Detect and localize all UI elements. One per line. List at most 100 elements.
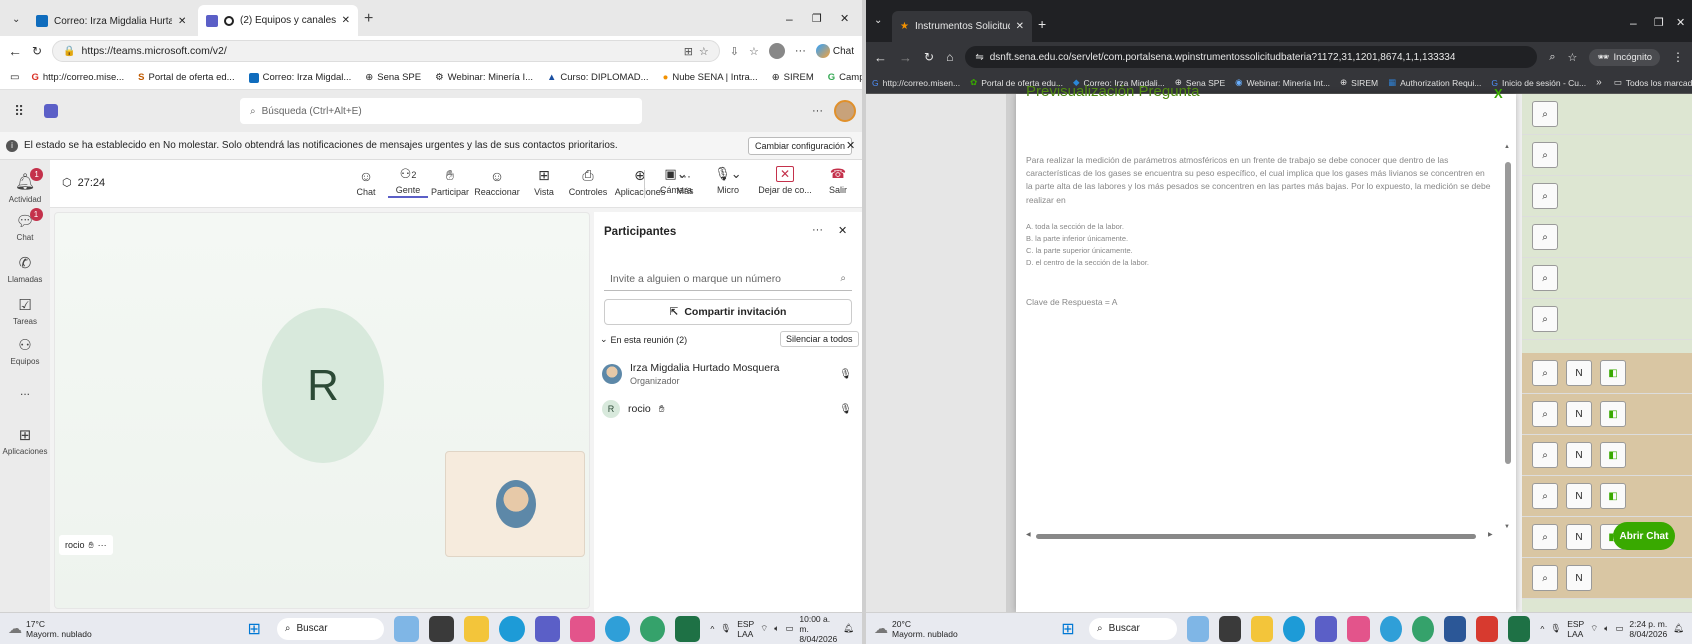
tab-sena[interactable]: ★ Instrumentos Solicitud Bateria ✕: [892, 11, 1032, 42]
whatsapp-app-icon[interactable]: [640, 615, 666, 642]
close-icon[interactable]: ✕: [342, 15, 350, 26]
bookmark-6[interactable]: ▦ Authorization Requi...: [1388, 77, 1481, 88]
view-magnifier-icon[interactable]: ⌕: [1532, 224, 1558, 250]
view-magnifier-icon[interactable]: ⌕: [1532, 524, 1558, 550]
scroll-down-icon[interactable]: ▼: [1504, 524, 1510, 530]
bookmark-7[interactable]: G Inicio de sesión - Cu...: [1491, 78, 1586, 88]
windows-start-icon[interactable]: ⊞: [1057, 616, 1079, 642]
extensions-icon[interactable]: ⇩: [730, 45, 739, 58]
taskbar-search[interactable]: ⌕ Buscar: [276, 617, 384, 640]
chrome-app-icon[interactable]: [604, 615, 631, 642]
chevron-up-icon[interactable]: ^: [1540, 624, 1544, 634]
approve-icon[interactable]: ◧: [1600, 442, 1626, 468]
edit-icon[interactable]: N: [1566, 360, 1592, 386]
close-modal-button[interactable]: X: [1494, 86, 1503, 101]
edit-icon[interactable]: N: [1566, 442, 1592, 468]
url-field[interactable]: 🔒 https://teams.microsoft.com/v2/ ⊞ ☆: [52, 40, 720, 62]
close-icon[interactable]: ✕: [838, 224, 847, 237]
tab-list-chevron-icon[interactable]: ⌄: [12, 14, 20, 25]
minimize-icon[interactable]: –: [786, 12, 793, 26]
control-people[interactable]: ⚇2 Gente: [388, 166, 428, 198]
mute-all-button[interactable]: Silenciar a todos: [780, 331, 859, 347]
reload-icon[interactable]: ↻: [924, 50, 934, 64]
close-icon[interactable]: ✕: [1016, 21, 1024, 32]
invite-input[interactable]: Invite a alguien o marque un número ⌕: [604, 267, 852, 291]
change-settings-button[interactable]: Cambiar configuración: [748, 136, 853, 155]
bookmark-5[interactable]: ▲ Curso: DIPLOMAD...: [547, 72, 649, 83]
control-chat[interactable]: ☺ Chat: [346, 168, 386, 197]
terminal-app-icon[interactable]: [1218, 615, 1241, 642]
file-explorer-icon[interactable]: [464, 615, 490, 642]
bookmark-2[interactable]: Correo: Irza Migdal...: [248, 72, 351, 83]
panel-more-icon[interactable]: ···: [812, 224, 823, 236]
clock[interactable]: 2:24 p. m. 8/04/2026: [1629, 619, 1667, 639]
mic-button[interactable]: 🎙︎⌄ Micro: [704, 166, 752, 195]
url-field[interactable]: ⇋ dsnft.sena.edu.co/servlet/com.portalse…: [965, 46, 1538, 68]
forward-icon[interactable]: →: [899, 50, 912, 65]
vertical-scrollbar[interactable]: ▲ ▼: [1504, 144, 1512, 536]
tab-correo[interactable]: Correo: Irza Migdalia Hurtado Mo: ✕: [28, 6, 196, 36]
sidebar-icon[interactable]: ▭: [10, 72, 19, 83]
rail-activity[interactable]: 🔔︎ 1 Actividad: [0, 168, 50, 204]
bookmark-0[interactable]: Ghttp://correo.misen...: [872, 78, 960, 88]
edge-app-icon[interactable]: [499, 615, 525, 642]
rail-chat[interactable]: 💬︎ 1 Chat: [0, 208, 50, 242]
photos-app-icon[interactable]: [1186, 615, 1209, 642]
bookmark-star-icon[interactable]: ☆: [1568, 51, 1578, 64]
edit-icon[interactable]: N: [1566, 565, 1592, 591]
app-launcher-icon[interactable]: ⠿: [14, 103, 24, 120]
notifications-icon[interactable]: 🔔︎: [843, 623, 854, 634]
reload-icon[interactable]: ↻: [32, 44, 42, 58]
control-react[interactable]: ☺ Reaccionar: [472, 168, 522, 197]
scroll-thumb[interactable]: [1505, 162, 1511, 464]
back-icon[interactable]: ←: [874, 50, 887, 65]
participant-row[interactable]: Irza Migdalia Hurtado Mosquera Organizad…: [602, 362, 852, 386]
weather-widget[interactable]: ☁ 17°C Mayorm. nublado: [8, 619, 202, 639]
chrome-app-icon[interactable]: [1379, 615, 1402, 642]
teams-app-icon[interactable]: [1315, 615, 1338, 642]
bookmark-8[interactable]: GCampus Virtual del...: [828, 72, 862, 83]
menu-icon[interactable]: ⋮: [1672, 50, 1684, 64]
view-magnifier-icon[interactable]: ⌕: [1532, 101, 1558, 127]
close-window-icon[interactable]: ✕: [840, 12, 849, 25]
scroll-thumb[interactable]: [1036, 534, 1476, 539]
teams-app-icon[interactable]: [534, 615, 560, 642]
whatsapp-app-icon[interactable]: [1411, 615, 1434, 642]
word-app-icon[interactable]: [1443, 615, 1467, 642]
zoom-icon[interactable]: ⌕: [1549, 51, 1555, 64]
edit-icon[interactable]: N: [1566, 524, 1592, 550]
participant-row[interactable]: R rocio ✋︎ 🎙︎: [602, 400, 852, 418]
bookmark-3[interactable]: ⊕ Sena SPE: [365, 72, 421, 83]
battery-icon[interactable]: ▭: [1615, 623, 1623, 634]
bookmark-6[interactable]: ● Nube SENA | Intra...: [663, 72, 758, 83]
bookmark-5[interactable]: ⊕ SIREM: [1340, 77, 1378, 88]
read-aloud-icon[interactable]: ⊞: [684, 45, 693, 58]
profile-avatar[interactable]: [768, 43, 785, 59]
file-explorer-icon[interactable]: [1250, 615, 1274, 642]
excel-app-icon[interactable]: [1508, 615, 1531, 642]
bookmark-0[interactable]: Ghttp://correo.mise...: [31, 72, 124, 83]
notifications-icon[interactable]: 🔔︎: [1673, 623, 1684, 634]
close-icon[interactable]: ✕: [178, 16, 186, 27]
self-video-tile[interactable]: [445, 451, 585, 557]
settings-more-icon[interactable]: ···: [812, 105, 823, 117]
leave-button[interactable]: ☎︎ Salir: [818, 166, 858, 195]
view-magnifier-icon[interactable]: ⌕: [1532, 183, 1558, 209]
view-magnifier-icon[interactable]: ⌕: [1532, 360, 1558, 386]
wifi-icon[interactable]: ⌔: [1590, 623, 1598, 634]
clock[interactable]: 10:00 a. m. 8/04/2026: [799, 614, 837, 644]
scroll-up-icon[interactable]: ▲: [1504, 144, 1510, 150]
scroll-left-icon[interactable]: ◀: [1026, 531, 1031, 538]
bookmarks-overflow-icon[interactable]: »: [1596, 77, 1602, 88]
teams-search[interactable]: ⌕ Búsqueda (Ctrl+Alt+E): [240, 98, 642, 124]
user-avatar[interactable]: [834, 100, 856, 122]
excel-app-icon[interactable]: [675, 615, 701, 642]
rail-tasks[interactable]: ☑ Tareas: [0, 296, 50, 326]
volume-icon[interactable]: 🔈︎: [1604, 623, 1609, 634]
language-indicator[interactable]: ESP LAA: [737, 619, 754, 639]
terminal-app-icon[interactable]: [429, 615, 455, 642]
rail-more[interactable]: ...: [0, 384, 50, 398]
tab-search-icon[interactable]: ⌄: [874, 15, 882, 26]
copilot-chat-button[interactable]: Chat: [815, 44, 854, 58]
new-tab-icon[interactable]: +: [364, 10, 373, 28]
